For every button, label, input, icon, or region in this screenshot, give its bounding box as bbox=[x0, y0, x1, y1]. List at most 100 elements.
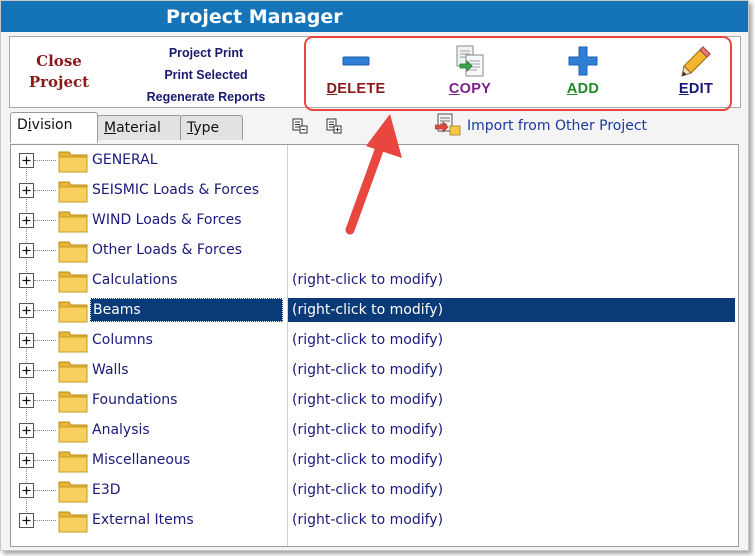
tree-item-description: (right-click to modify) bbox=[292, 482, 444, 498]
plus-box-icon[interactable] bbox=[19, 423, 34, 438]
plus-box-icon[interactable] bbox=[19, 273, 34, 288]
folder-icon bbox=[58, 511, 88, 533]
tree-item-description: (right-click to modify) bbox=[292, 512, 444, 528]
edit-label-rest: DIT bbox=[688, 81, 714, 97]
tree-item-description: (right-click to modify) bbox=[292, 452, 444, 468]
delete-button[interactable]: DELETE bbox=[311, 44, 401, 97]
tree-item-name: Walls bbox=[92, 362, 129, 378]
add-label-rest: DD bbox=[577, 81, 600, 97]
plus-box-icon[interactable] bbox=[19, 183, 34, 198]
tree-connector bbox=[34, 280, 56, 281]
tree-item-name: Calculations bbox=[92, 272, 178, 288]
edit-label-mnemonic: E bbox=[678, 81, 689, 97]
tree-item-description: (right-click to modify) bbox=[292, 362, 444, 378]
tree-item-description: (right-click to modify) bbox=[292, 272, 444, 288]
add-button[interactable]: ADD bbox=[538, 44, 628, 97]
tree-row[interactable]: E3D (right-click to modify) bbox=[11, 475, 738, 505]
tree-connector bbox=[34, 250, 56, 251]
tree-item-name: GENERAL bbox=[92, 152, 158, 168]
folder-icon bbox=[58, 421, 88, 443]
toolbar-panel: Close Project Project Print Print Select… bbox=[9, 36, 741, 111]
plus-box-icon[interactable] bbox=[19, 153, 34, 168]
tree-row[interactable]: GENERAL bbox=[11, 145, 738, 175]
collapse-all-icon[interactable] bbox=[292, 118, 308, 134]
tree-connector bbox=[34, 460, 56, 461]
tree-row[interactable]: External Items (right-click to modify) bbox=[11, 505, 738, 535]
tree-row[interactable]: Calculations (right-click to modify) bbox=[11, 265, 738, 295]
tab-material[interactable]: Material bbox=[97, 115, 182, 140]
window-title: Project Manager bbox=[166, 6, 343, 28]
plus-box-icon[interactable] bbox=[19, 243, 34, 258]
tree-row[interactable]: Miscellaneous (right-click to modify) bbox=[11, 445, 738, 475]
tree-row[interactable]: Analysis (right-click to modify) bbox=[11, 415, 738, 445]
tree-item-name: Other Loads & Forces bbox=[92, 242, 243, 258]
tree-row[interactable]: Other Loads & Forces bbox=[11, 235, 738, 265]
tree-item-description: (right-click to modify) bbox=[292, 302, 444, 318]
folder-icon bbox=[58, 361, 88, 383]
folder-icon bbox=[58, 151, 88, 173]
title-bar: Project Manager bbox=[1, 1, 748, 32]
tree-item-name: Miscellaneous bbox=[92, 452, 191, 468]
tree-item-description: (right-click to modify) bbox=[292, 422, 444, 438]
tree-row[interactable]: Foundations (right-click to modify) bbox=[11, 385, 738, 415]
import-link-text: Import from Other Project bbox=[467, 118, 648, 134]
tree-connector bbox=[34, 220, 56, 221]
close-project-line1: Close bbox=[36, 52, 82, 70]
regenerate-reports-link[interactable]: Regenerate Reports bbox=[136, 86, 276, 108]
copy-label-mnemonic: C bbox=[448, 81, 460, 97]
tree-item-name: External Items bbox=[92, 512, 194, 528]
delete-label-rest: ELETE bbox=[337, 81, 386, 97]
tree-row[interactable]: Walls (right-click to modify) bbox=[11, 355, 738, 385]
edit-button[interactable]: EDIT bbox=[651, 44, 741, 97]
tree-item-description: (right-click to modify) bbox=[292, 392, 444, 408]
tree-item-name: Analysis bbox=[92, 422, 150, 438]
plus-box-icon[interactable] bbox=[19, 513, 34, 528]
print-selected-link[interactable]: Print Selected bbox=[136, 64, 276, 86]
folder-icon bbox=[58, 451, 88, 473]
project-print-link[interactable]: Project Print bbox=[136, 42, 276, 64]
folder-icon bbox=[58, 271, 88, 293]
folder-icon bbox=[58, 331, 88, 353]
plus-box-icon[interactable] bbox=[19, 393, 34, 408]
tree-item-name: Columns bbox=[92, 332, 153, 348]
tree-row[interactable]: Beams (right-click to modify) bbox=[11, 295, 738, 325]
tree-connector bbox=[34, 430, 56, 431]
tree-item-name: Beams bbox=[90, 298, 283, 322]
tree-connector bbox=[34, 310, 56, 311]
tree-connector bbox=[34, 490, 56, 491]
add-label-mnemonic: A bbox=[566, 81, 578, 97]
tree-connector bbox=[34, 190, 56, 191]
tab-type[interactable]: Type bbox=[180, 115, 243, 140]
tree-item-description: (right-click to modify) bbox=[292, 332, 444, 348]
tree-row[interactable]: SEISMIC Loads & Forces bbox=[11, 175, 738, 205]
folder-icon bbox=[58, 181, 88, 203]
folder-icon bbox=[58, 391, 88, 413]
close-project-button[interactable]: Close Project bbox=[24, 51, 94, 93]
folder-icon bbox=[58, 241, 88, 263]
minus-icon bbox=[311, 44, 401, 78]
tree-connector bbox=[34, 400, 56, 401]
project-manager-window: Project Manager Close Project Project Pr… bbox=[0, 0, 749, 551]
tree-connector bbox=[34, 520, 56, 521]
tab-division[interactable]: Division bbox=[10, 112, 98, 143]
plus-box-icon[interactable] bbox=[19, 453, 34, 468]
copy-pages-icon bbox=[425, 44, 515, 78]
division-tree: GENERAL SEISMIC Loads & Forces WIND Loads … bbox=[10, 144, 739, 547]
pencil-icon bbox=[651, 44, 741, 78]
delete-label-mnemonic: D bbox=[326, 81, 338, 97]
tree-connector bbox=[34, 340, 56, 341]
expand-all-icon[interactable] bbox=[326, 118, 342, 134]
folder-icon bbox=[58, 481, 88, 503]
plus-box-icon[interactable] bbox=[19, 213, 34, 228]
tree-item-name: WIND Loads & Forces bbox=[92, 212, 242, 228]
tree-row[interactable]: Columns (right-click to modify) bbox=[11, 325, 738, 355]
plus-box-icon[interactable] bbox=[19, 303, 34, 318]
folder-icon bbox=[58, 211, 88, 233]
import-from-other-project-link[interactable]: Import from Other Project bbox=[434, 113, 648, 139]
copy-button[interactable]: COPY bbox=[425, 44, 515, 97]
plus-box-icon[interactable] bbox=[19, 333, 34, 348]
tree-connector bbox=[34, 370, 56, 371]
plus-box-icon[interactable] bbox=[19, 483, 34, 498]
tree-row[interactable]: WIND Loads & Forces bbox=[11, 205, 738, 235]
plus-box-icon[interactable] bbox=[19, 363, 34, 378]
